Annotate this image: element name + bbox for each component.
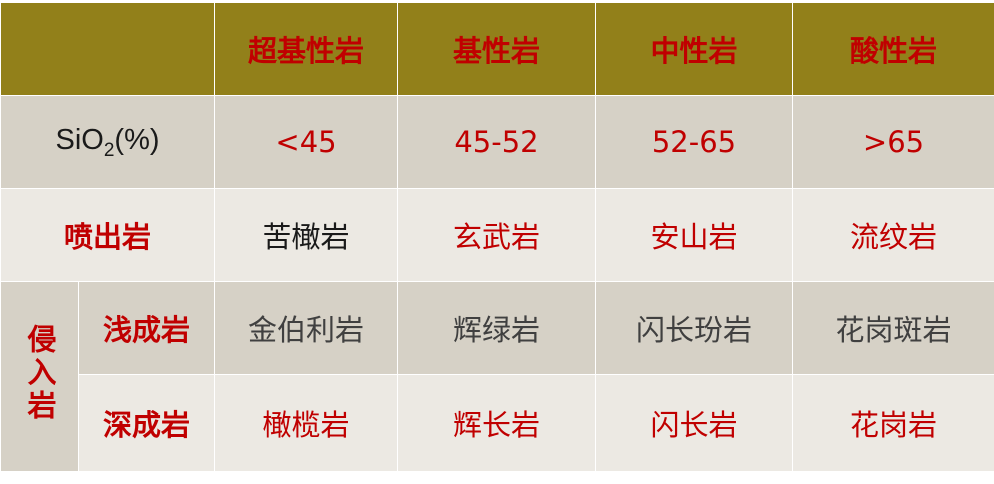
header-basic: 基性岩 xyxy=(397,2,596,96)
extrusive-ultrabasic: 苦橄岩 xyxy=(214,188,398,282)
deep-label: 深成岩 xyxy=(78,374,215,472)
deep-ultrabasic: 橄榄岩 xyxy=(214,374,398,472)
deep-intermediate: 闪长岩 xyxy=(595,374,793,472)
shallow-intrusive-row: 侵入岩 浅成岩 金伯利岩 辉绿岩 闪长玢岩 花岗斑岩 xyxy=(0,281,994,472)
shallow-intermediate: 闪长玢岩 xyxy=(595,281,793,375)
sio2-label-cell: SiO2(%) xyxy=(0,95,215,189)
shallow-acidic: 花岗斑岩 xyxy=(792,281,994,375)
sio2-label-suffix: (%) xyxy=(114,124,160,156)
header-corner-cell xyxy=(0,2,215,96)
intrusive-label-cell: 侵入岩 xyxy=(0,281,79,472)
extrusive-label: 喷出岩 xyxy=(0,188,215,282)
sio2-intermediate-value: 52-65 xyxy=(595,95,793,189)
shallow-label: 浅成岩 xyxy=(78,281,215,375)
header-intermediate: 中性岩 xyxy=(595,2,793,96)
intrusive-label: 侵入岩 xyxy=(23,323,57,423)
extrusive-row: 喷出岩 苦橄岩 玄武岩 安山岩 流纹岩 xyxy=(0,188,994,282)
sio2-label: SiO2(%) xyxy=(55,124,160,161)
extrusive-basic: 玄武岩 xyxy=(397,188,596,282)
shallow-basic: 辉绿岩 xyxy=(397,281,596,375)
sio2-ultrabasic-value: <45 xyxy=(214,95,398,189)
extrusive-intermediate: 安山岩 xyxy=(595,188,793,282)
header-acidic: 酸性岩 xyxy=(792,2,994,96)
rock-classification-table: 超基性岩 基性岩 中性岩 酸性岩 SiO2(%) <45 45-52 52-65… xyxy=(0,2,994,472)
deep-intrusive-row: 深成岩 橄榄岩 辉长岩 闪长岩 花岗岩 xyxy=(1,374,994,472)
sio2-row: SiO2(%) <45 45-52 52-65 >65 xyxy=(0,95,994,189)
deep-acidic: 花岗岩 xyxy=(792,374,994,472)
header-row: 超基性岩 基性岩 中性岩 酸性岩 xyxy=(0,2,994,96)
sio2-label-sub: 2 xyxy=(103,140,115,161)
extrusive-acidic: 流纹岩 xyxy=(792,188,994,282)
rock-classification-table-container: 超基性岩 基性岩 中性岩 酸性岩 SiO2(%) <45 45-52 52-65… xyxy=(0,0,994,484)
sio2-acidic-value: >65 xyxy=(792,95,994,189)
deep-basic: 辉长岩 xyxy=(397,374,596,472)
sio2-basic-value: 45-52 xyxy=(397,95,596,189)
header-ultrabasic: 超基性岩 xyxy=(214,2,398,96)
shallow-ultrabasic: 金伯利岩 xyxy=(214,281,398,375)
sio2-label-prefix: SiO xyxy=(55,124,104,156)
